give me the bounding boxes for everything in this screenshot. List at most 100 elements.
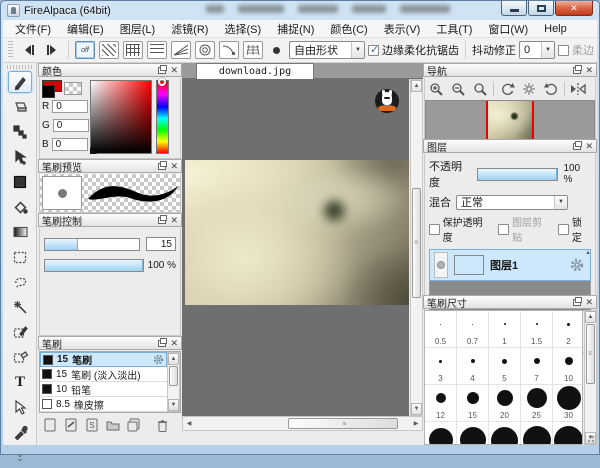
brush-row[interactable]: 10 铅笔	[40, 382, 167, 397]
snap-vanishing-button[interactable]	[171, 41, 191, 59]
navigator-preview[interactable]	[425, 100, 595, 140]
document-tab[interactable]: download.jpg	[196, 63, 314, 79]
scroll-up-icon[interactable]: ▲	[411, 80, 422, 92]
select-pen-tool[interactable]	[8, 321, 32, 343]
close-panel-icon[interactable]: ✕	[170, 162, 178, 171]
layer-visibility-toggle[interactable]	[434, 252, 448, 278]
scroll-left-icon[interactable]: ◀	[183, 417, 195, 430]
r-input[interactable]: 0	[52, 100, 88, 113]
fill-tool[interactable]	[8, 171, 32, 193]
g-input[interactable]: 0	[53, 119, 89, 132]
brush-size-cell[interactable]: 1	[489, 311, 521, 348]
edit-brush-button[interactable]	[63, 418, 78, 432]
canvas-hscrollbar[interactable]: ◀ ≡ ▶	[182, 416, 423, 431]
lock-checkbox[interactable]: 锁定	[558, 214, 591, 244]
close-panel-icon[interactable]: ✕	[585, 66, 593, 75]
brush-size-cell[interactable]: 30	[553, 385, 583, 422]
scrollbar-thumb[interactable]: ≡	[586, 324, 595, 384]
brush-list-scrollbar[interactable]: ▲ ▼	[167, 352, 180, 412]
brush-size-cell[interactable]: 20	[489, 385, 521, 422]
move-tool[interactable]	[8, 146, 32, 168]
canvas[interactable]	[182, 79, 409, 416]
close-panel-icon[interactable]: ✕	[170, 216, 178, 225]
stabilizer-select[interactable]: 0 ▼	[519, 41, 555, 59]
brush-size-cell[interactable]: 0.5	[425, 311, 457, 348]
zoom-reset-button[interactable]	[471, 81, 489, 97]
brush-size-cell[interactable]: 2	[553, 311, 583, 348]
menu-tool[interactable]: 工具(T)	[428, 19, 480, 39]
menu-filter[interactable]: 滤镜(R)	[163, 19, 216, 39]
eyedropper-tool[interactable]	[8, 421, 32, 443]
b-input[interactable]: 0	[52, 138, 88, 151]
magic-wand-tool[interactable]	[8, 296, 32, 318]
maximize-button[interactable]	[528, 1, 554, 16]
select-rect-tool[interactable]	[8, 246, 32, 268]
scroll-up-icon[interactable]: ▲	[585, 250, 591, 256]
float-panel-icon[interactable]	[573, 143, 581, 150]
gear-icon[interactable]	[570, 258, 584, 272]
toolbar-grip[interactable]	[8, 41, 13, 59]
script-brush-button[interactable]: S	[84, 418, 99, 432]
soft-edge-checkbox[interactable]: 柔边	[558, 42, 594, 58]
brush-size-cell-partial[interactable]	[521, 422, 553, 445]
menu-help[interactable]: Help	[536, 21, 575, 37]
zoom-out-button[interactable]	[449, 81, 467, 97]
shape-select[interactable]: 自由形状 ▼	[289, 41, 365, 59]
close-panel-icon[interactable]: ✕	[585, 142, 593, 151]
lasso-tool[interactable]	[8, 271, 32, 293]
layer-opacity-slider[interactable]	[477, 168, 559, 181]
duplicate-brush-button[interactable]	[126, 418, 141, 432]
brush-size-cell-partial[interactable]	[457, 422, 489, 445]
blend-select[interactable]: 正常 ▼	[456, 195, 568, 210]
flip-horizontal-button[interactable]	[569, 81, 587, 97]
float-panel-icon[interactable]	[158, 217, 166, 224]
scroll-right-icon[interactable]: ▶	[410, 417, 422, 430]
brush-size-cell-partial[interactable]	[425, 422, 457, 445]
text-tool[interactable]: T	[8, 371, 32, 393]
brush-opacity-slider[interactable]	[44, 259, 144, 272]
gear-icon[interactable]	[153, 354, 164, 365]
snap-off-button[interactable]: off	[75, 41, 95, 59]
saturation-value-picker[interactable]	[90, 80, 152, 154]
eraser-tool[interactable]	[8, 96, 32, 118]
brush-folder-button[interactable]	[105, 418, 120, 432]
brush-row[interactable]: 8.5 橡皮擦	[40, 397, 167, 412]
scrollbar-thumb[interactable]: ≡	[412, 188, 421, 298]
more-tools-button[interactable]: ⌄⌄	[8, 446, 32, 468]
layer-row[interactable]: 图层1 ▲	[429, 249, 591, 281]
brush-size-scrollbar[interactable]: ▲ ≡ ▼	[584, 310, 597, 445]
brush-size-slider[interactable]	[44, 238, 140, 251]
brush-size-cell[interactable]: 15	[457, 385, 489, 422]
select-eraser-tool[interactable]	[8, 346, 32, 368]
brush-row[interactable]: 15 笔刷	[40, 352, 167, 367]
float-panel-icon[interactable]	[158, 67, 166, 74]
menu-window[interactable]: 窗口(W)	[480, 19, 536, 39]
scrollbar-thumb[interactable]: ≡	[288, 418, 398, 429]
snap-horizontal-button[interactable]	[147, 41, 167, 59]
menu-layer[interactable]: 图层(L)	[112, 19, 163, 39]
scroll-up-icon[interactable]: ▲	[585, 311, 596, 323]
menu-edit[interactable]: 编辑(E)	[59, 19, 112, 39]
add-brush-button[interactable]	[42, 418, 57, 432]
brush-row[interactable]: 15 笔刷 (淡入淡出)	[40, 367, 167, 382]
rotate-ccw-button[interactable]	[498, 81, 516, 97]
scroll-up-icon[interactable]: ▲	[168, 353, 179, 365]
brush-size-cell[interactable]: 10	[553, 348, 583, 385]
gradient-tool[interactable]	[8, 221, 32, 243]
rotate-cw-button[interactable]	[542, 81, 560, 97]
brush-size-cell[interactable]: 0.7	[457, 311, 489, 348]
scrollbar-thumb[interactable]	[169, 366, 178, 386]
minimize-button[interactable]	[501, 1, 527, 16]
canvas-vscrollbar[interactable]: ▲ ≡ ▼	[410, 79, 423, 416]
close-button[interactable]: ✕	[555, 1, 593, 16]
delete-brush-button[interactable]	[155, 418, 170, 432]
close-panel-icon[interactable]: ✕	[585, 298, 593, 307]
protect-alpha-checkbox[interactable]: 保护透明度	[429, 214, 490, 244]
redo-button[interactable]	[42, 41, 62, 59]
float-panel-icon[interactable]	[158, 340, 166, 347]
menu-snap[interactable]: 捕捉(N)	[269, 19, 322, 39]
clipping-checkbox[interactable]: 图层剪贴	[498, 214, 550, 244]
navigator-viewport[interactable]	[486, 101, 534, 139]
brush-size-cell[interactable]: 7	[521, 348, 553, 385]
hue-slider[interactable]	[156, 80, 169, 154]
